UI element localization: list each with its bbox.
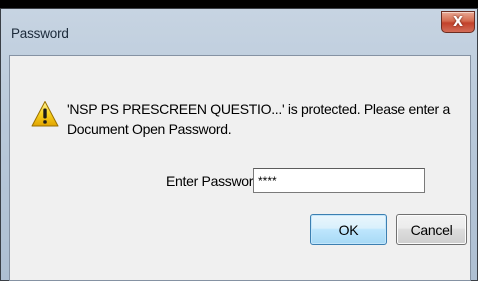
warning-icon: [31, 101, 59, 127]
protected-message: 'NSP PS PRESCREEN QUESTIO...' is protect…: [67, 101, 450, 137]
dialog-body: 'NSP PS PRESCREEN QUESTIO...' is protect…: [9, 55, 471, 281]
password-dialog-window: Password X 'NSP PS PRESCREEN QUESTIO...'…: [0, 8, 478, 281]
password-label: Enter Password:: [166, 173, 265, 189]
title-bar[interactable]: Password X: [1, 9, 477, 55]
close-icon: X: [452, 14, 464, 30]
window-title: Password: [11, 26, 69, 41]
cancel-button[interactable]: Cancel: [396, 214, 467, 245]
close-button[interactable]: X: [441, 11, 475, 33]
password-field[interactable]: [253, 168, 425, 193]
ok-button[interactable]: OK: [310, 214, 387, 245]
